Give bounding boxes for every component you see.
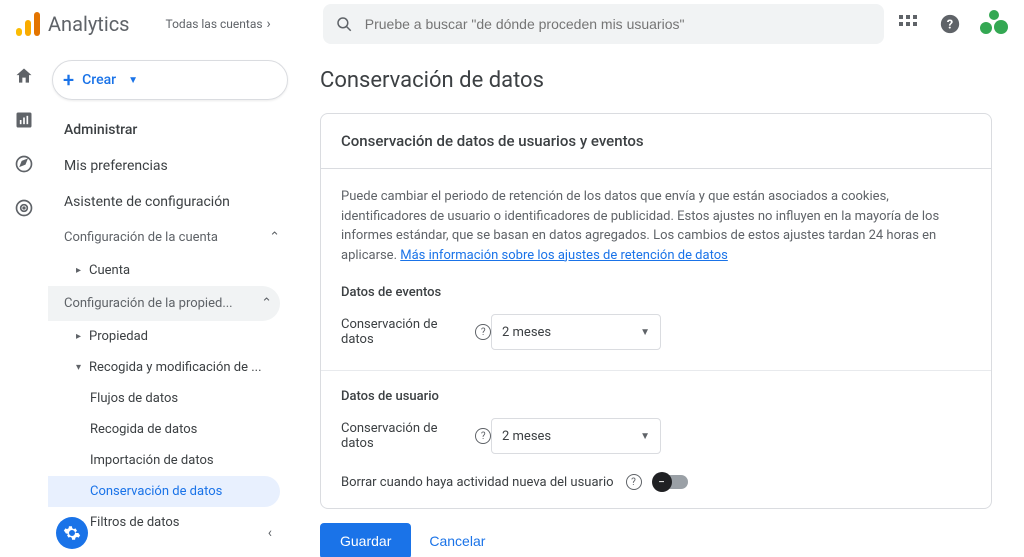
nav-account-section[interactable]: Configuración de la cuenta ⌃	[48, 220, 288, 255]
cancel-button[interactable]: Cancelar	[429, 533, 485, 549]
page-title: Conservación de datos	[320, 68, 992, 93]
chevron-down-icon: ▼	[640, 327, 650, 338]
chevron-up-icon: ⌃	[261, 296, 272, 311]
help-tooltip-icon[interactable]: ?	[475, 324, 491, 340]
collapse-nav-icon[interactable]: ‹	[268, 525, 272, 541]
user-section-title: Datos de usuario	[341, 389, 971, 404]
analytics-logo-icon	[16, 12, 40, 36]
reset-on-activity-row: Borrar cuando haya actividad nueva del u…	[341, 474, 971, 490]
nav-leaf-import[interactable]: Importación de datos	[48, 445, 280, 476]
help-tooltip-icon[interactable]: ?	[626, 474, 642, 490]
app-title: Analytics	[48, 12, 130, 36]
nav-account[interactable]: ▸Cuenta	[48, 255, 288, 286]
plus-icon: +	[63, 70, 74, 90]
search-box[interactable]	[323, 4, 884, 44]
nav-leaf-collection[interactable]: Recogida de datos	[48, 414, 280, 445]
retention-card: Conservación de datos de usuarios y even…	[320, 113, 992, 509]
help-link[interactable]: Más información sobre los ajustes de ret…	[400, 248, 728, 263]
reset-on-activity-toggle[interactable]: −	[654, 475, 688, 489]
nav-leaf-retention[interactable]: Conservación de datos	[48, 476, 280, 507]
nav-admin[interactable]: Administrar	[48, 112, 288, 148]
chevron-down-icon: ▼	[128, 75, 138, 86]
chevron-right-icon: ›	[267, 16, 271, 32]
event-retention-select[interactable]: 2 meses▼	[491, 314, 661, 350]
search-icon	[335, 15, 353, 33]
explore-icon[interactable]	[12, 152, 36, 176]
help-tooltip-icon[interactable]: ?	[475, 428, 491, 444]
event-retention-label: Conservación de datos?	[341, 317, 491, 347]
nav-leaf-streams[interactable]: Flujos de datos	[48, 383, 280, 414]
apps-icon[interactable]	[896, 12, 920, 36]
help-text: Puede cambiar el periodo de retención de…	[341, 187, 971, 265]
advertising-icon[interactable]	[12, 196, 36, 220]
top-bar: Analytics Todas las cuentas › ?	[0, 0, 1024, 48]
event-section-title: Datos de eventos	[341, 285, 971, 300]
user-retention-select[interactable]: 2 meses▼	[491, 418, 661, 454]
nav-setup-assistant[interactable]: Asistente de configuración	[48, 184, 288, 220]
caret-right-icon: ▸	[76, 331, 81, 342]
main-content: Conservación de datos Conservación de da…	[288, 48, 1024, 557]
create-button[interactable]: + Crear ▼	[52, 60, 288, 100]
breadcrumb-label: Todas las cuentas	[166, 17, 263, 31]
home-icon[interactable]	[12, 64, 36, 88]
breadcrumb[interactable]: Todas las cuentas ›	[166, 16, 271, 32]
caret-right-icon: ▸	[76, 265, 81, 276]
left-rail	[0, 48, 48, 557]
logo[interactable]: Analytics	[16, 12, 130, 36]
admin-gear-fab[interactable]	[56, 517, 88, 549]
chevron-up-icon: ⌃	[269, 230, 280, 245]
save-button[interactable]: Guardar	[320, 523, 411, 557]
nav-preferences[interactable]: Mis preferencias	[48, 148, 288, 184]
user-retention-label: Conservación de datos?	[341, 421, 491, 451]
card-header: Conservación de datos de usuarios y even…	[321, 114, 991, 169]
reports-icon[interactable]	[12, 108, 36, 132]
create-label: Crear	[82, 72, 116, 88]
nav-property[interactable]: ▸Propiedad	[48, 321, 288, 352]
avatar[interactable]	[980, 10, 1008, 38]
caret-down-icon: ▾	[76, 362, 81, 373]
search-input[interactable]	[365, 16, 872, 32]
svg-text:?: ?	[947, 18, 953, 33]
nav-collection-mod[interactable]: ▾Recogida y modificación de ...	[48, 352, 288, 383]
chevron-down-icon: ▼	[640, 431, 650, 442]
help-icon[interactable]: ?	[938, 12, 962, 36]
nav-property-section[interactable]: Configuración de la propied... ⌃	[48, 286, 280, 321]
admin-nav: + Crear ▼ Administrar Mis preferencias A…	[48, 48, 288, 557]
